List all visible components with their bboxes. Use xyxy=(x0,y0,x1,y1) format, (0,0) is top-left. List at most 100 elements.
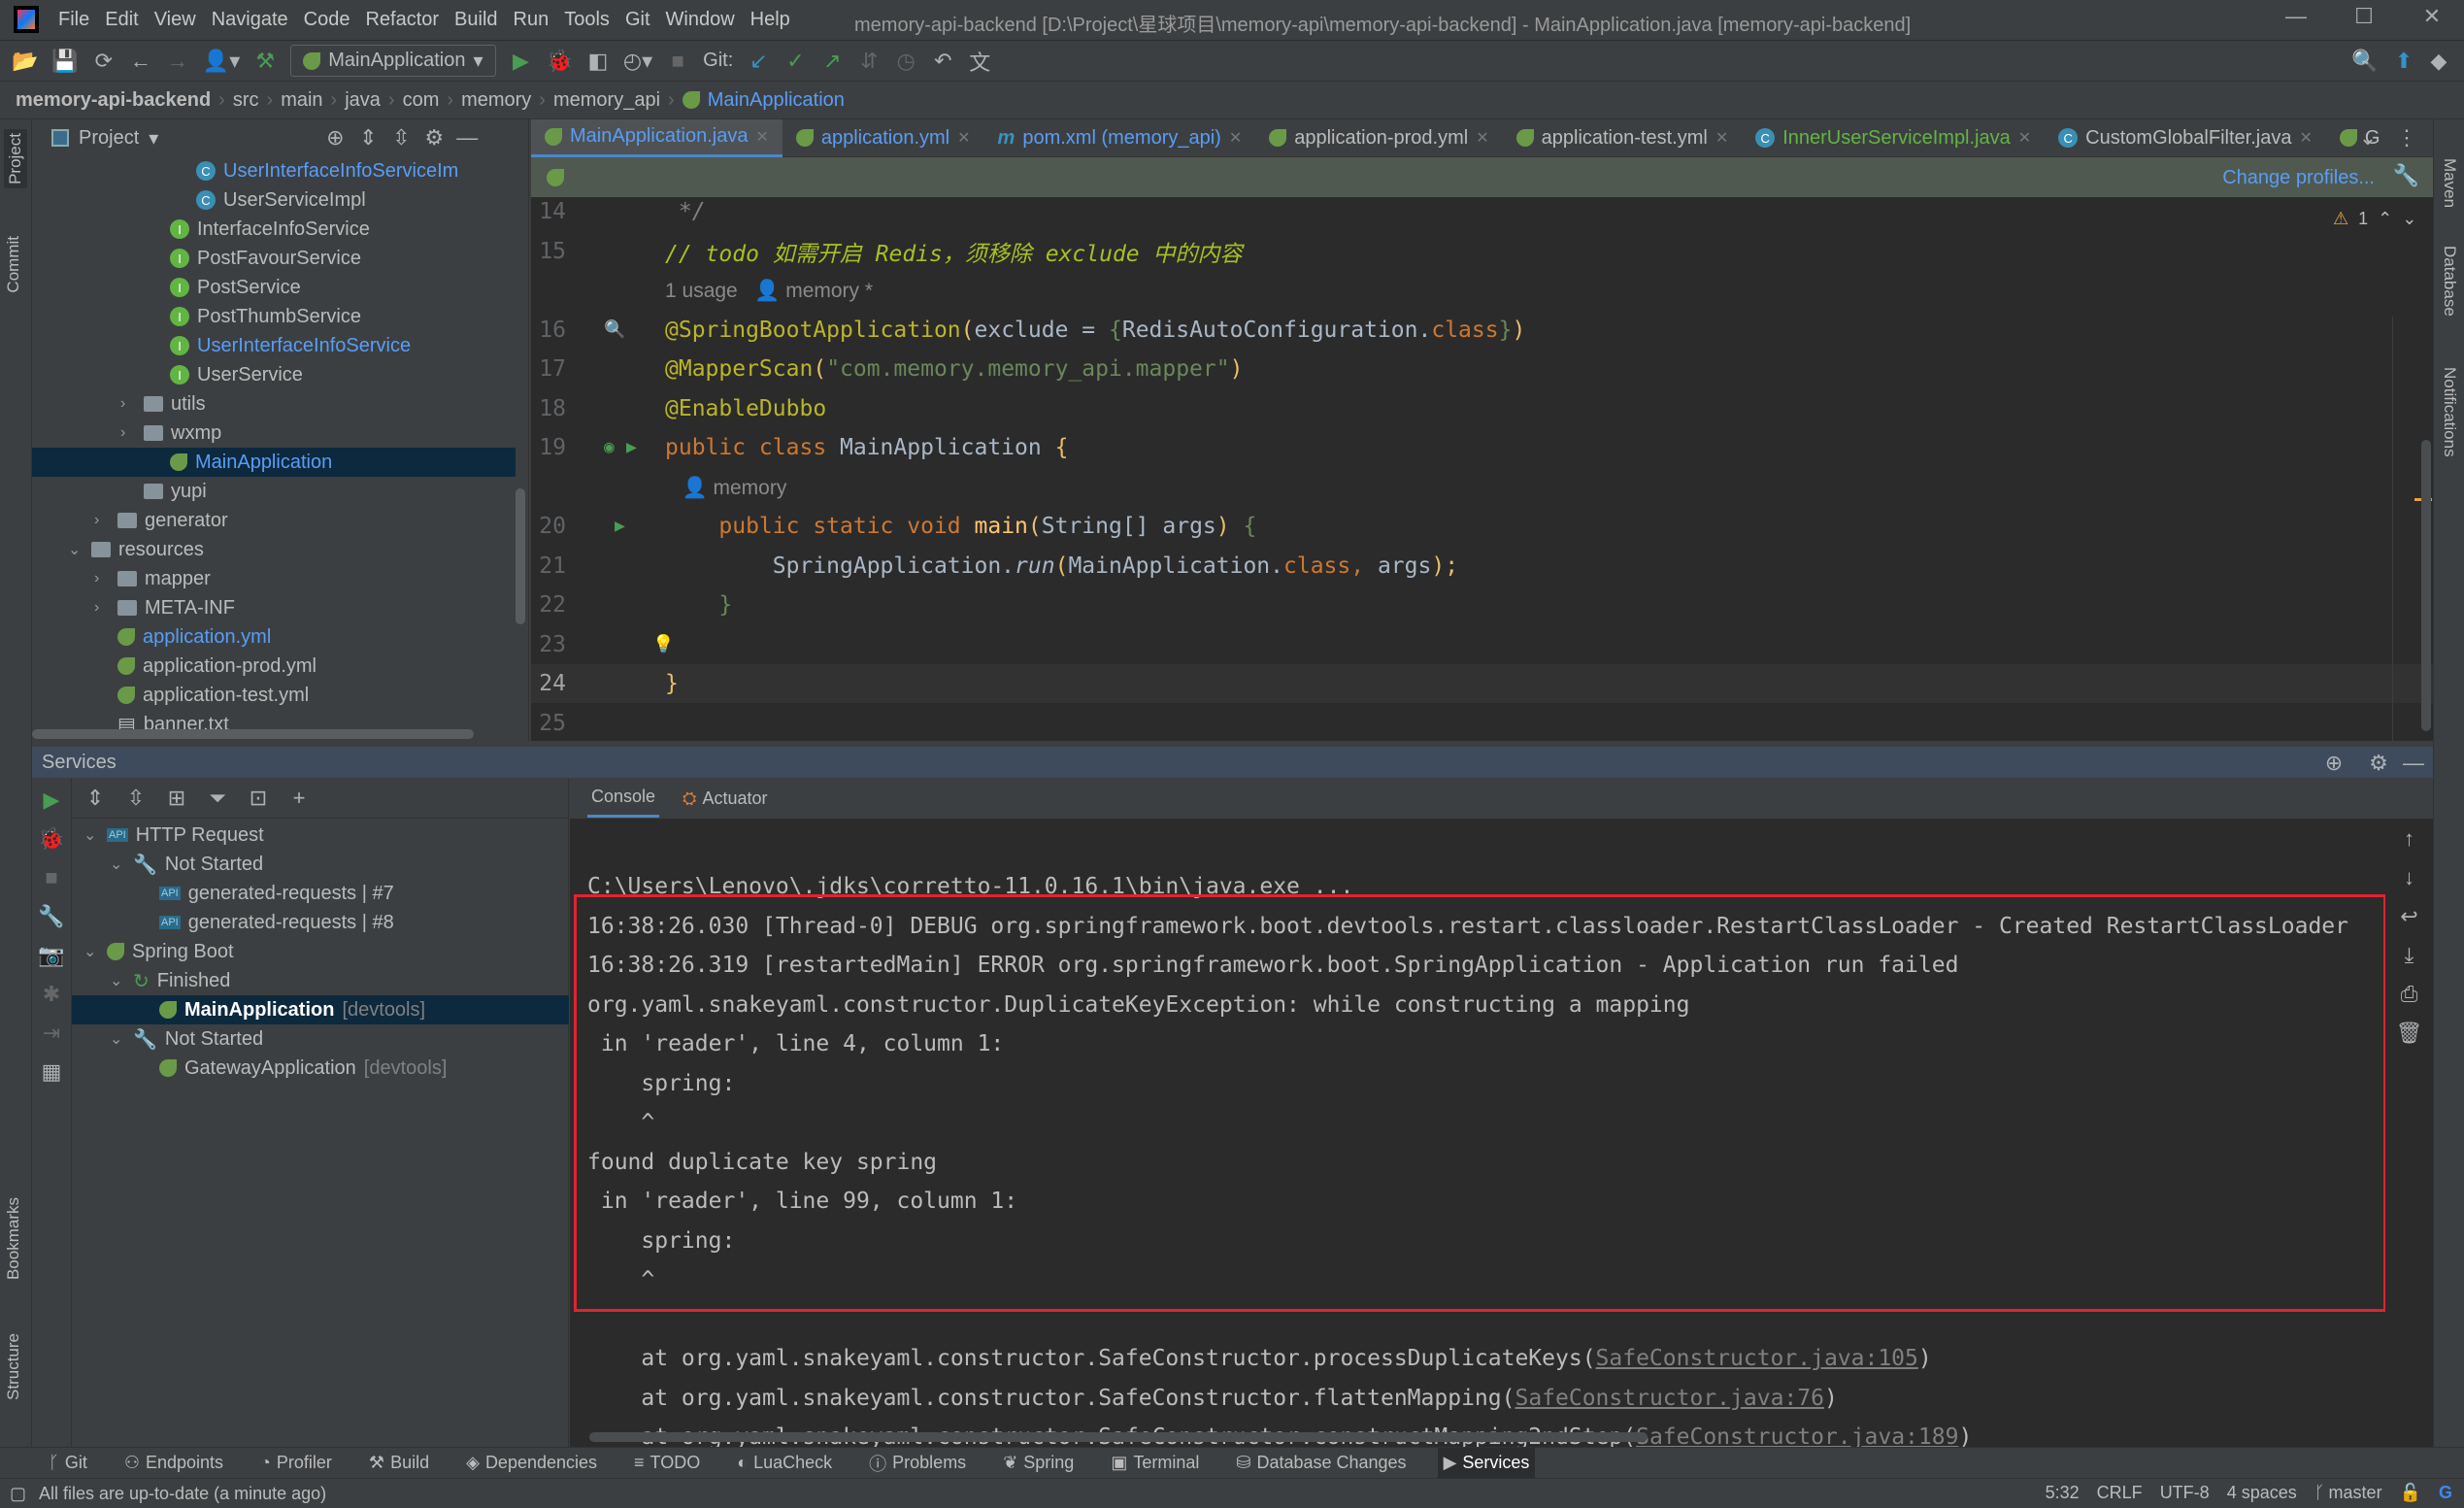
menu-code[interactable]: Code xyxy=(304,9,350,31)
line-number[interactable]: 14 xyxy=(531,199,570,224)
service-item[interactable]: ⌄ 🔧 Not Started xyxy=(72,850,263,879)
run-config-select[interactable]: MainApplication ▾ xyxy=(290,45,496,77)
service-item[interactable]: API generated-requests | #7 xyxy=(72,879,394,908)
clear-trash-icon[interactable]: 🗑 xyxy=(2396,1021,2423,1046)
line-number[interactable]: 19 xyxy=(531,435,570,460)
tree-item[interactable]: I PostFavourService xyxy=(32,244,361,273)
jetbrains-toolbox-icon[interactable]: ◆ xyxy=(2427,49,2450,74)
stacktrace-link[interactable]: SafeConstructor.java:76 xyxy=(1515,1386,1824,1411)
project-view-select[interactable]: Project xyxy=(79,127,139,150)
expand-all-icon[interactable]: ⇕ xyxy=(83,786,107,811)
vertical-scrollbar[interactable] xyxy=(516,488,525,624)
minimize-button[interactable]: — xyxy=(2272,4,2320,29)
maven-tool-button[interactable]: Maven xyxy=(2440,158,2459,208)
menu-view[interactable]: View xyxy=(154,9,196,31)
status-message[interactable]: All files are up-to-date (a minute ago) xyxy=(39,1484,326,1504)
chevron-icon[interactable]: › xyxy=(120,395,136,413)
editor-tab[interactable]: MainApplication.java ✕ xyxy=(531,118,782,157)
commit-tool-button[interactable]: Commit xyxy=(4,236,23,293)
tree-item[interactable]: application-test.yml xyxy=(32,681,309,710)
menu-help[interactable]: Help xyxy=(750,9,790,31)
collapse-all-icon[interactable]: ⇳ xyxy=(389,125,413,151)
editor-tab[interactable]: application.yml ✕ xyxy=(782,119,984,157)
change-profiles-link[interactable]: Change profiles... xyxy=(2222,167,2375,189)
close-tab-icon[interactable]: ✕ xyxy=(1476,128,1488,148)
tool-window-build[interactable]: ⚒ Build xyxy=(363,1448,435,1479)
git-update-icon[interactable]: ↙ xyxy=(747,49,770,74)
structure-tool-button[interactable]: Structure xyxy=(4,1333,23,1400)
tool-window-todo[interactable]: ≡ TODO xyxy=(628,1448,706,1479)
tree-item[interactable]: I PostService xyxy=(32,273,301,302)
camera-icon[interactable]: 📷 xyxy=(38,943,64,968)
chevron-icon[interactable]: ⌄ xyxy=(110,1029,125,1049)
expand-all-icon[interactable]: ⇕ xyxy=(356,125,380,151)
line-separator[interactable]: CRLF xyxy=(2097,1483,2143,1503)
indent-setting[interactable]: 4 spaces xyxy=(2227,1483,2297,1503)
stacktrace-link[interactable]: SafeConstructor.java:189 xyxy=(1636,1424,1958,1447)
tree-item[interactable]: application-prod.yml xyxy=(32,652,316,681)
close-tab-icon[interactable]: ✕ xyxy=(755,127,768,147)
menu-edit[interactable]: Edit xyxy=(105,9,138,31)
tool-window-endpoints[interactable]: ⚇ Endpoints xyxy=(118,1448,229,1479)
tree-item[interactable]: I PostThumbService xyxy=(32,302,361,331)
close-tab-icon[interactable]: ✕ xyxy=(1715,128,1728,148)
line-number[interactable]: 24 xyxy=(531,671,570,696)
hide-icon[interactable]: — xyxy=(2402,751,2425,776)
tool-window-spring[interactable]: ❦ Spring xyxy=(997,1448,1080,1479)
inspection-widget[interactable]: ⚠ 1 ⌃ ⌄ xyxy=(2333,209,2416,229)
tool-window-terminal[interactable]: ▣ Terminal xyxy=(1105,1448,1205,1479)
line-number[interactable]: 25 xyxy=(531,711,570,736)
tree-item[interactable]: yupi xyxy=(32,477,207,506)
console-horizontal-scrollbar[interactable] xyxy=(589,1432,1648,1442)
profile-icon[interactable]: ◴▾ xyxy=(623,49,652,74)
lock-icon[interactable]: 🔓 xyxy=(2400,1483,2421,1503)
breadcrumb-item[interactable]: memory-api-backend xyxy=(16,89,211,112)
breadcrumb-item[interactable]: MainApplication xyxy=(708,89,845,112)
git-branch[interactable]: ᚴ master xyxy=(2314,1483,2382,1503)
save-icon[interactable]: 💾 xyxy=(51,49,78,74)
lightbulb-icon[interactable]: 💡 xyxy=(652,634,674,654)
chevron-icon[interactable]: ⌄ xyxy=(68,540,83,559)
editor-tab[interactable]: C InnerUserServiceImpl.java ✕ xyxy=(1742,119,2045,157)
spring-bean-icon[interactable]: 🔍 xyxy=(604,319,625,340)
add-service-icon[interactable]: + xyxy=(287,786,311,811)
maximize-button[interactable]: ☐ xyxy=(2340,4,2388,29)
rollback-icon[interactable]: ↶ xyxy=(931,49,954,74)
history-icon[interactable]: ◷ xyxy=(894,49,917,74)
tree-item[interactable]: › generator xyxy=(32,506,228,535)
breadcrumb-item[interactable]: com xyxy=(403,89,440,112)
tree-item[interactable]: C UserServiceImpl xyxy=(32,185,366,215)
run-icon[interactable]: ▶ xyxy=(510,49,533,74)
chevron-icon[interactable]: ⌄ xyxy=(83,942,99,961)
locate-icon[interactable]: ⊕ xyxy=(323,125,347,151)
horizontal-scrollbar[interactable] xyxy=(32,729,474,739)
menu-run[interactable]: Run xyxy=(514,9,549,31)
close-tab-icon[interactable]: ✕ xyxy=(1229,128,1242,148)
tree-item[interactable]: I UserService xyxy=(32,360,303,389)
scroll-to-end-icon[interactable]: ⤓ xyxy=(2398,943,2421,968)
breadcrumb-item[interactable]: memory xyxy=(461,89,531,112)
build-hammer-icon[interactable]: ⚒ xyxy=(253,49,277,74)
service-item[interactable]: ⌄ Spring Boot xyxy=(72,937,234,966)
notifications-tool-button[interactable]: Notifications xyxy=(2440,367,2459,457)
spring-class-gutter-icon[interactable]: ◉ xyxy=(604,437,615,457)
hide-icon[interactable]: — xyxy=(455,125,479,151)
chevron-icon[interactable]: › xyxy=(94,512,110,529)
console-output[interactable]: C:\Users\Lenovo\.jdks\corretto-11.0.16.1… xyxy=(570,819,2385,1447)
service-item[interactable]: ⌄ API HTTP Request xyxy=(72,821,264,850)
menu-file[interactable]: File xyxy=(58,9,89,31)
tool-window-git[interactable]: ᚴ Git xyxy=(43,1448,93,1479)
tree-item[interactable]: C UserInterfaceInfoServiceIm xyxy=(32,156,458,185)
import-icon[interactable]: ⇥ xyxy=(40,1021,63,1046)
menu-refactor[interactable]: Refactor xyxy=(365,9,439,31)
line-number[interactable]: 17 xyxy=(531,356,570,382)
forward-icon[interactable]: → xyxy=(166,49,189,74)
group-by-icon[interactable]: ⊞ xyxy=(165,786,188,811)
breadcrumb-item[interactable]: main xyxy=(281,89,322,112)
settings-gear-icon[interactable]: ⚙ xyxy=(422,125,446,151)
tool-window-profiler[interactable]: ◔ Profiler xyxy=(254,1448,338,1479)
tree-item[interactable]: › wxmp xyxy=(32,419,221,448)
git-compare-icon[interactable]: ⇵ xyxy=(857,49,881,74)
scroll-down-icon[interactable]: ↓ xyxy=(2398,865,2421,890)
tree-item[interactable]: › META-INF xyxy=(32,593,235,622)
